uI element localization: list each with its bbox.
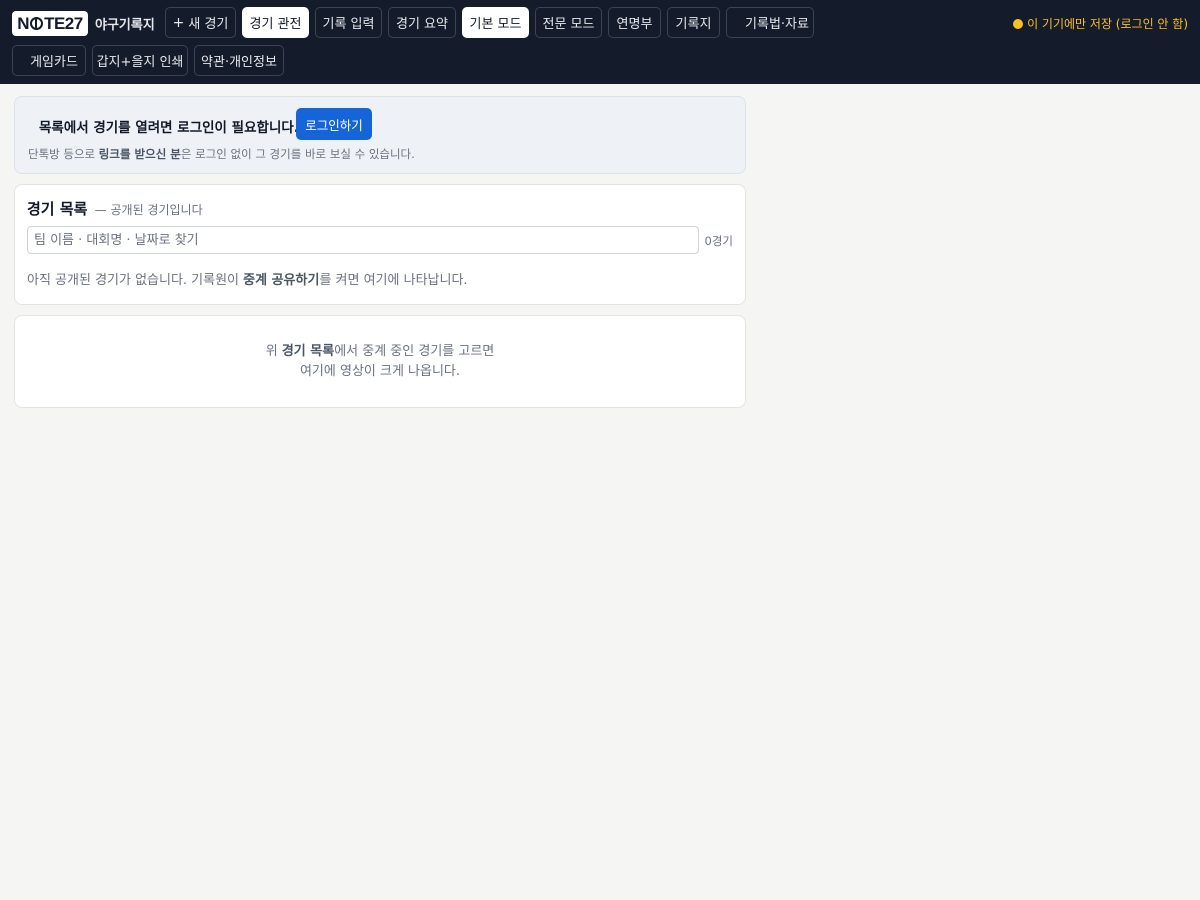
game-list-description: — 공개된 경기입니다 [94, 203, 203, 217]
game-count: 0경기 [704, 234, 733, 248]
top-navigation-bar: N TE27 야구기록지 + 새 경기 경기 관전 기록 입력 경기 요약 기본 모… [0, 0, 1200, 84]
game-search-input[interactable] [27, 226, 699, 254]
plus-icon: + [172, 14, 185, 31]
login-required-banner: 목록에서 경기를 열려면 로그인이 필요합니다. 로그인하기 단톡방 등으로 링… [14, 96, 746, 174]
local-storage-status: 이 기기에만 저장 (로그인 안 함) [1013, 15, 1188, 32]
record-input-tab[interactable]: 기록 입력 [315, 7, 382, 38]
expert-mode-button[interactable]: 전문 모드 [535, 7, 602, 38]
game-card-tab[interactable]: 게임카드 [12, 45, 86, 76]
subtext-bold: 링크를 받으신 분 [98, 147, 181, 161]
storage-note-text: 이 기기에만 저장 (로그인 안 함) [1027, 17, 1188, 31]
empty-list-message: 아직 공개된 경기가 없습니다. 기록원이 중계 공유하기를 켜면 여기에 나타… [27, 269, 468, 288]
game-summary-tab[interactable]: 경기 요약 [388, 7, 456, 38]
line1-prefix: 위 [265, 344, 282, 359]
login-button[interactable]: 로그인하기 [296, 108, 372, 140]
watch-game-tab[interactable]: 경기 관전 [242, 7, 309, 38]
login-required-title: 목록에서 경기를 열려면 로그인이 필요합니다. [39, 120, 299, 136]
video-panel: 위 경기 목록에서 중계 중인 경기를 고르면 여기에 영상이 크게 나옵니다. [14, 315, 746, 408]
new-game-label: 새 경기 [188, 17, 229, 32]
empty-bold: 중계 공유하기 [243, 273, 320, 288]
subtext-prefix: 단톡방 등으로 [28, 147, 99, 161]
empty-prefix: 아직 공개된 경기가 없습니다. 기록원이 [27, 273, 244, 288]
scoring-guide-tab[interactable]: 기록법·자료 [726, 7, 814, 38]
app-name: 야구기록지 [95, 18, 155, 33]
roster-tab[interactable]: 연명부 [608, 7, 661, 38]
subtext-suffix: 은 로그인 없이 그 경기를 바로 보실 수 있습니다. [180, 147, 415, 161]
terms-privacy-link[interactable]: 약관·개인정보 [194, 45, 284, 76]
game-list-card: 경기 목록 — 공개된 경기입니다 0경기 아직 공개된 경기가 없습니다. 기… [14, 184, 746, 305]
scoresheet-tab[interactable]: 기록지 [667, 7, 720, 38]
video-message-line1: 위 경기 목록에서 중계 중인 경기를 고르면 [15, 342, 745, 362]
line1-suffix: 에서 중계 중인 경기를 고르면 [334, 344, 495, 359]
print-sheets-button[interactable]: 갑지+을지 인쇄 [92, 45, 188, 76]
status-dot-icon [1013, 18, 1024, 29]
note27-logo[interactable]: N TE27 [12, 11, 88, 36]
basic-mode-button[interactable]: 기본 모드 [462, 7, 529, 38]
line1-bold: 경기 목록 [281, 344, 335, 359]
game-list-title: 경기 목록 [27, 200, 88, 218]
empty-suffix: 를 켜면 여기에 나타납니다. [319, 273, 468, 288]
login-banner-subtext: 단톡방 등으로 링크를 받으신 분은 로그인 없이 그 경기를 바로 보실 수 … [28, 146, 415, 162]
video-placeholder-message: 위 경기 목록에서 중계 중인 경기를 고르면 여기에 영상이 크게 나옵니다. [15, 342, 745, 382]
new-game-button[interactable]: + 새 경기 [165, 7, 236, 38]
game-list-heading: 경기 목록 — 공개된 경기입니다 [27, 198, 203, 219]
video-message-line2: 여기에 영상이 크게 나옵니다. [299, 364, 461, 379]
baseball-logo-icon [30, 17, 44, 30]
